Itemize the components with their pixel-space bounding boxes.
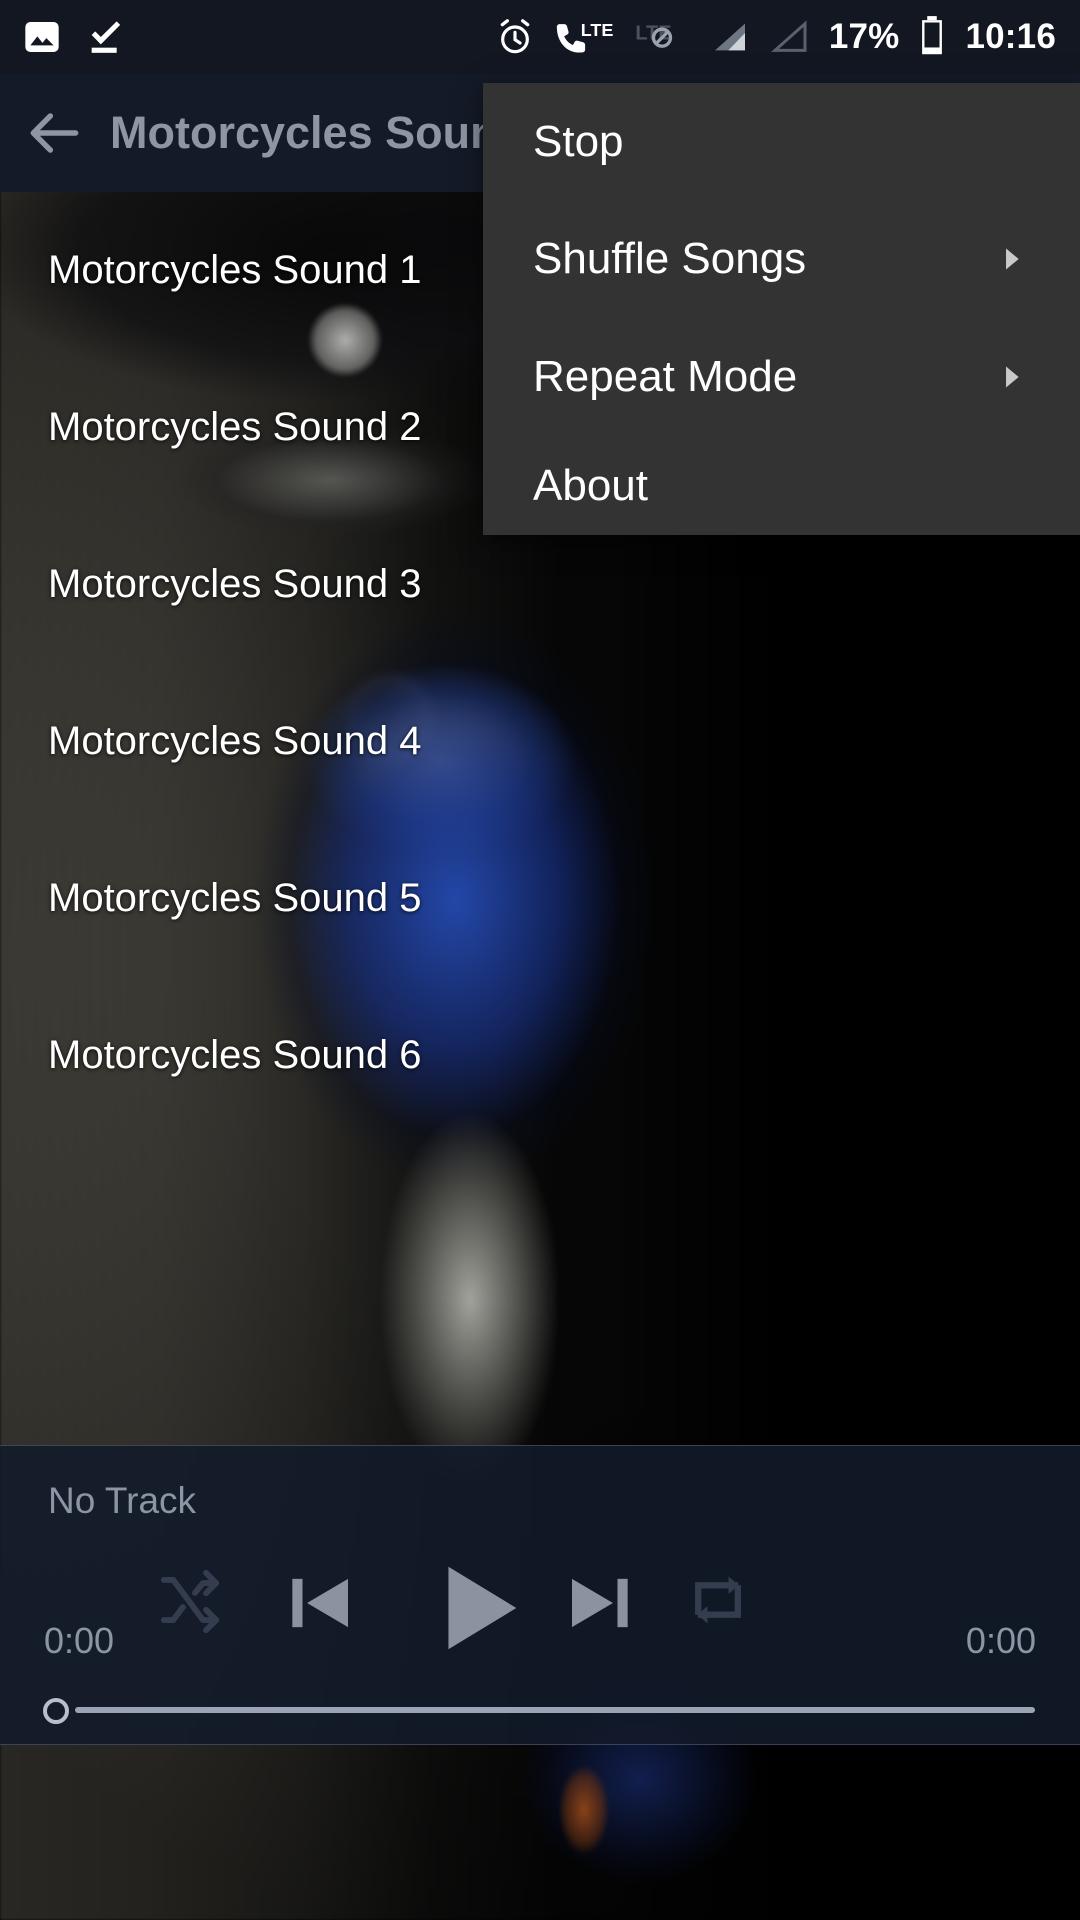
song-title: Motorcycles Sound 6	[48, 1033, 422, 1077]
status-bar: LTE LTE 17% 10:16	[0, 0, 1080, 74]
chevron-right-icon	[994, 360, 1028, 394]
arrow-left-icon	[24, 102, 86, 164]
alarm-clock-icon	[495, 17, 535, 57]
menu-item-about[interactable]: About	[483, 436, 1080, 535]
menu-item-label: Stop	[533, 116, 624, 166]
song-title: Motorcycles Sound 4	[48, 719, 422, 763]
svg-text:LTE: LTE	[581, 20, 614, 40]
lte-call-icon: LTE	[553, 17, 615, 57]
page-title: Motorcycles Sound	[110, 107, 526, 158]
total-time-label: 0:00	[965, 1620, 1036, 1661]
list-item[interactable]: Motorcycles Sound 6	[0, 977, 1080, 1134]
back-button[interactable]	[0, 102, 110, 164]
menu-item-repeat-mode[interactable]: Repeat Mode	[483, 318, 1080, 436]
list-item[interactable]: Motorcycles Sound 5	[0, 820, 1080, 977]
menu-item-shuffle-songs[interactable]: Shuffle Songs	[483, 200, 1080, 318]
next-track-icon	[558, 1561, 642, 1645]
signal-bars-filled-icon	[709, 17, 751, 57]
screenshot-image-icon	[22, 17, 62, 57]
repeat-icon	[682, 1564, 754, 1636]
previous-track-button[interactable]	[265, 1548, 375, 1658]
play-button[interactable]	[400, 1540, 550, 1675]
status-bar-left-icons	[0, 17, 126, 57]
clock-label: 10:16	[965, 17, 1056, 56]
seek-bar[interactable]	[0, 1690, 1080, 1730]
battery-low-icon	[917, 15, 947, 59]
next-track-button[interactable]	[545, 1548, 655, 1658]
play-icon	[416, 1549, 534, 1667]
seek-bar-track	[75, 1707, 1035, 1713]
download-complete-icon	[84, 17, 126, 57]
overflow-menu: Stop Shuffle Songs Repeat Mode About	[483, 83, 1080, 535]
status-bar-right-icons: LTE LTE 17% 10:16	[495, 15, 1080, 59]
previous-track-icon	[278, 1561, 362, 1645]
menu-item-label: About	[533, 460, 648, 510]
song-title: Motorcycles Sound 5	[48, 876, 422, 920]
shuffle-button[interactable]	[140, 1550, 240, 1650]
list-item[interactable]: Motorcycles Sound 4	[0, 663, 1080, 820]
current-time-label: 0:00	[44, 1620, 115, 1661]
song-title: Motorcycles Sound 2	[48, 405, 422, 449]
signal-bars-empty-icon	[769, 17, 811, 57]
player-controls	[0, 1540, 1080, 1670]
seek-bar-thumb[interactable]	[43, 1698, 69, 1724]
menu-item-stop[interactable]: Stop	[483, 83, 1080, 200]
repeat-button[interactable]	[665, 1550, 770, 1650]
menu-item-label: Shuffle Songs	[533, 234, 807, 283]
chevron-right-icon	[994, 242, 1028, 276]
menu-item-label: Repeat Mode	[533, 352, 798, 401]
current-track-label: No Track	[48, 1480, 197, 1521]
song-title: Motorcycles Sound 3	[48, 562, 422, 606]
lte-disabled-icon: LTE	[633, 17, 691, 57]
battery-percent-label: 17%	[828, 17, 900, 56]
song-title: Motorcycles Sound 1	[48, 248, 422, 292]
shuffle-icon	[153, 1563, 227, 1637]
